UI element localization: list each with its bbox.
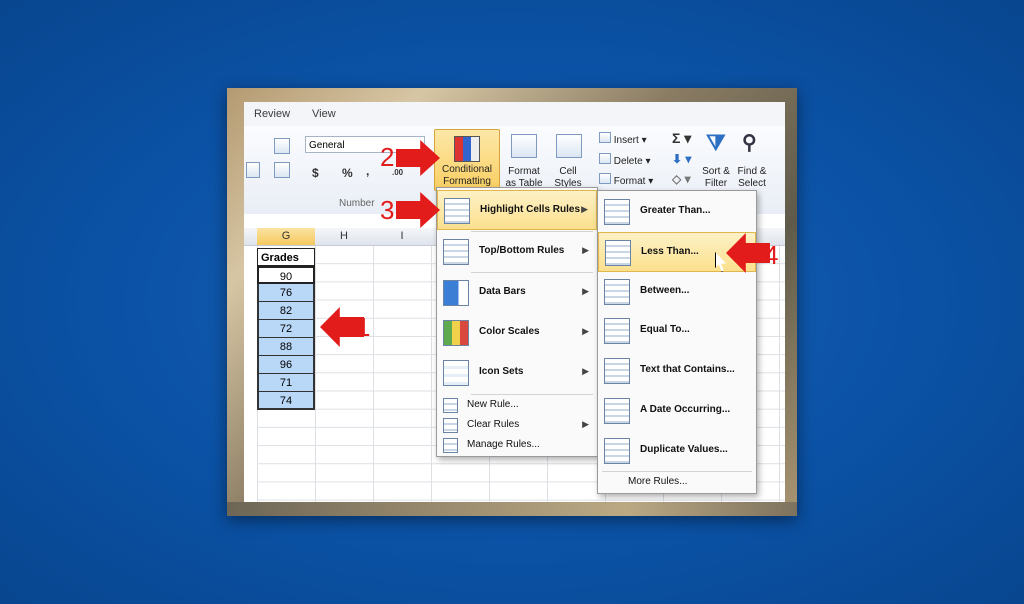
conditional-formatting-menu: Highlight Cells Rules ▶ Top/Bottom Rules… <box>436 187 598 457</box>
menu-item-date-occurring[interactable]: A Date Occurring... <box>598 391 756 431</box>
grade-cell[interactable]: 90 <box>257 266 315 284</box>
group-number-label: Number <box>339 198 375 209</box>
wrap-text-icon[interactable] <box>274 138 290 154</box>
grade-cell[interactable]: 76 <box>257 284 315 302</box>
submenu-arrow-icon: ▶ <box>581 204 588 214</box>
submenu-arrow-icon: ▶ <box>582 366 589 376</box>
format-icon <box>599 173 611 184</box>
clear-icon[interactable]: ◇ ▾ <box>672 172 691 186</box>
greater-than-icon <box>604 199 630 225</box>
ribbon-tabs: Review View ⌃ ? ▭ ❐ <box>244 102 785 126</box>
delete-icon <box>599 153 611 164</box>
conditional-formatting-icon <box>454 136 480 162</box>
conditional-formatting-label: Conditional Formatting <box>441 164 493 187</box>
menu-item-clear-rules[interactable]: Clear Rules ▶ <box>437 415 597 435</box>
menu-item-data-bars[interactable]: Data Bars ▶ <box>437 273 597 313</box>
conditional-formatting-button[interactable]: Conditional Formatting <box>434 129 500 191</box>
menu-item-greater-than[interactable]: Greater Than... <box>598 192 756 232</box>
menu-item-top-bottom-rules[interactable]: Top/Bottom Rules ▶ <box>437 232 597 272</box>
cell-styles-icon[interactable] <box>556 134 582 158</box>
callout-number-1: 1 <box>356 312 371 342</box>
clear-rules-icon <box>443 418 458 433</box>
grade-cell[interactable]: 71 <box>257 374 315 392</box>
menu-item-manage-rules[interactable]: Manage Rules... <box>437 435 597 455</box>
comma-button[interactable]: , <box>366 164 369 178</box>
submenu-arrow-icon: ▶ <box>582 286 589 296</box>
tab-review[interactable]: Review <box>254 108 290 120</box>
menu-item-icon-sets[interactable]: Icon Sets ▶ <box>437 353 597 393</box>
new-rule-icon <box>443 398 458 413</box>
menu-item-highlight-cells-rules[interactable]: Highlight Cells Rules ▶ <box>437 190 597 230</box>
menu-item-more-rules[interactable]: More Rules... <box>598 472 756 492</box>
frame-bottom <box>227 502 797 516</box>
icon-sets-icon <box>443 360 469 386</box>
top-bottom-icon <box>443 239 469 265</box>
sort-filter-label[interactable]: Sort & Filter <box>696 166 736 190</box>
tab-view[interactable]: View <box>312 108 336 120</box>
menu-item-new-rule[interactable]: New Rule... <box>437 395 597 415</box>
submenu-arrow-icon: ▶ <box>582 419 589 429</box>
manage-rules-icon <box>443 438 458 453</box>
submenu-arrow-icon: ▶ <box>582 326 589 336</box>
callout-number-3: 3 <box>380 195 395 225</box>
autosum-icon[interactable]: Σ ▾ <box>672 130 691 147</box>
find-select-icon[interactable]: ⚲ <box>742 130 757 155</box>
menu-item-text-contains[interactable]: Text that Contains... <box>598 351 756 391</box>
submenu-arrow-icon: ▶ <box>582 245 589 255</box>
menu-item-color-scales[interactable]: Color Scales ▶ <box>437 313 597 353</box>
highlight-cells-submenu: Greater Than... Less Than... Between... … <box>597 190 757 494</box>
merge-center-icon[interactable] <box>274 162 290 178</box>
date-occurring-icon <box>604 398 630 424</box>
percent-button[interactable]: % <box>342 166 353 180</box>
format-button[interactable]: Format ▾ <box>599 173 653 187</box>
menu-item-duplicate-values[interactable]: Duplicate Values... <box>598 431 756 471</box>
grade-cell[interactable]: 74 <box>257 392 315 410</box>
grade-cell[interactable]: 96 <box>257 356 315 374</box>
indent-icon[interactable] <box>246 162 260 178</box>
duplicate-values-icon <box>604 438 630 464</box>
menu-item-equal-to[interactable]: Equal To... <box>598 311 756 351</box>
insert-button[interactable]: Insert ▾ <box>599 132 647 146</box>
currency-button[interactable]: $ <box>312 166 319 180</box>
grade-cell[interactable]: 88 <box>257 338 315 356</box>
menu-item-between[interactable]: Between... <box>598 272 756 312</box>
data-bars-icon <box>443 280 469 306</box>
insert-icon <box>599 132 611 143</box>
corner-header[interactable] <box>244 228 258 246</box>
color-scales-icon <box>443 320 469 346</box>
delete-button[interactable]: Delete ▾ <box>599 153 651 167</box>
column-header-h[interactable]: H <box>315 228 374 246</box>
highlight-cells-icon <box>444 198 470 224</box>
callout-number-4: 4 <box>764 240 779 270</box>
equal-to-icon <box>604 318 630 344</box>
callout-number-2: 2 <box>380 142 395 172</box>
fill-icon[interactable]: ⬇ ▾ <box>672 152 691 166</box>
between-icon <box>604 279 630 305</box>
grades-header-cell[interactable]: Grades <box>257 248 315 266</box>
grade-cell[interactable]: 82 <box>257 302 315 320</box>
column-header-i[interactable]: I <box>373 228 432 246</box>
find-select-label[interactable]: Find & Select <box>732 166 772 190</box>
text-contains-icon <box>604 358 630 384</box>
less-than-icon <box>605 240 631 266</box>
sort-filter-icon[interactable]: ⧩ <box>706 130 726 156</box>
format-as-table-icon[interactable] <box>511 134 537 158</box>
grade-cell[interactable]: 72 <box>257 320 315 338</box>
column-header-g[interactable]: G <box>257 228 316 246</box>
